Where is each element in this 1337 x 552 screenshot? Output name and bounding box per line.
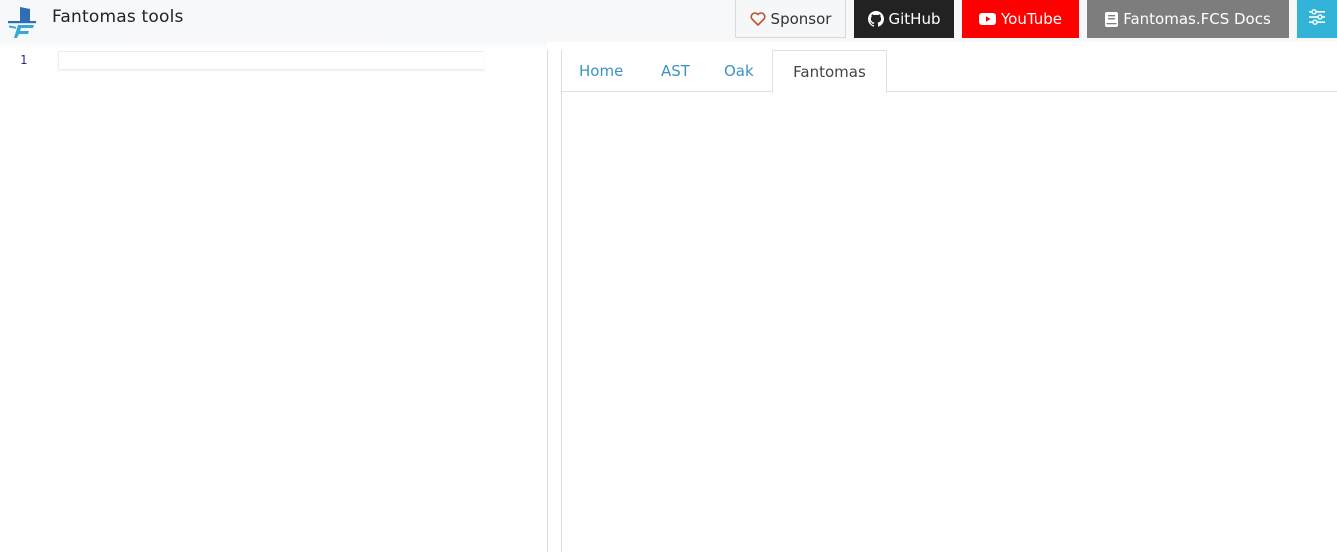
tools-pane: Home AST Oak Fantomas [562, 42, 1337, 552]
brand[interactable]: Fantomas tools [4, 3, 184, 39]
github-label: GitHub [888, 10, 941, 28]
tab-fantomas[interactable]: Fantomas [772, 50, 887, 93]
book-icon [1105, 11, 1119, 27]
youtube-button[interactable]: YouTube [962, 0, 1079, 38]
tab-bar: Home AST Oak Fantomas [562, 50, 1337, 93]
settings-button[interactable] [1297, 0, 1337, 38]
fcs-docs-label: Fantomas.FCS Docs [1123, 10, 1271, 28]
app-title: Fantomas tools [52, 7, 184, 27]
code-editor[interactable]: 1 [0, 42, 547, 552]
top-navbar: Fantomas tools Sponsor GitHub YouTube Fa… [0, 0, 1337, 42]
youtube-icon [979, 13, 996, 25]
line-number: 1 [20, 53, 28, 67]
sponsor-button[interactable]: Sponsor [735, 0, 846, 38]
youtube-label: YouTube [1001, 10, 1062, 28]
sponsor-label: Sponsor [770, 9, 832, 28]
sliders-icon [1308, 9, 1326, 29]
editor-current-line[interactable] [58, 51, 484, 70]
tab-content [562, 93, 1337, 552]
fcs-docs-button[interactable]: Fantomas.FCS Docs [1087, 0, 1289, 38]
heart-icon [750, 11, 766, 26]
tab-ast[interactable]: AST [645, 50, 706, 92]
pane-splitter[interactable] [547, 50, 562, 552]
github-icon [867, 11, 884, 27]
github-button[interactable]: GitHub [854, 0, 954, 38]
tab-home[interactable]: Home [563, 50, 639, 92]
fantomas-logo-icon [8, 7, 36, 38]
tab-oak[interactable]: Oak [708, 50, 770, 92]
